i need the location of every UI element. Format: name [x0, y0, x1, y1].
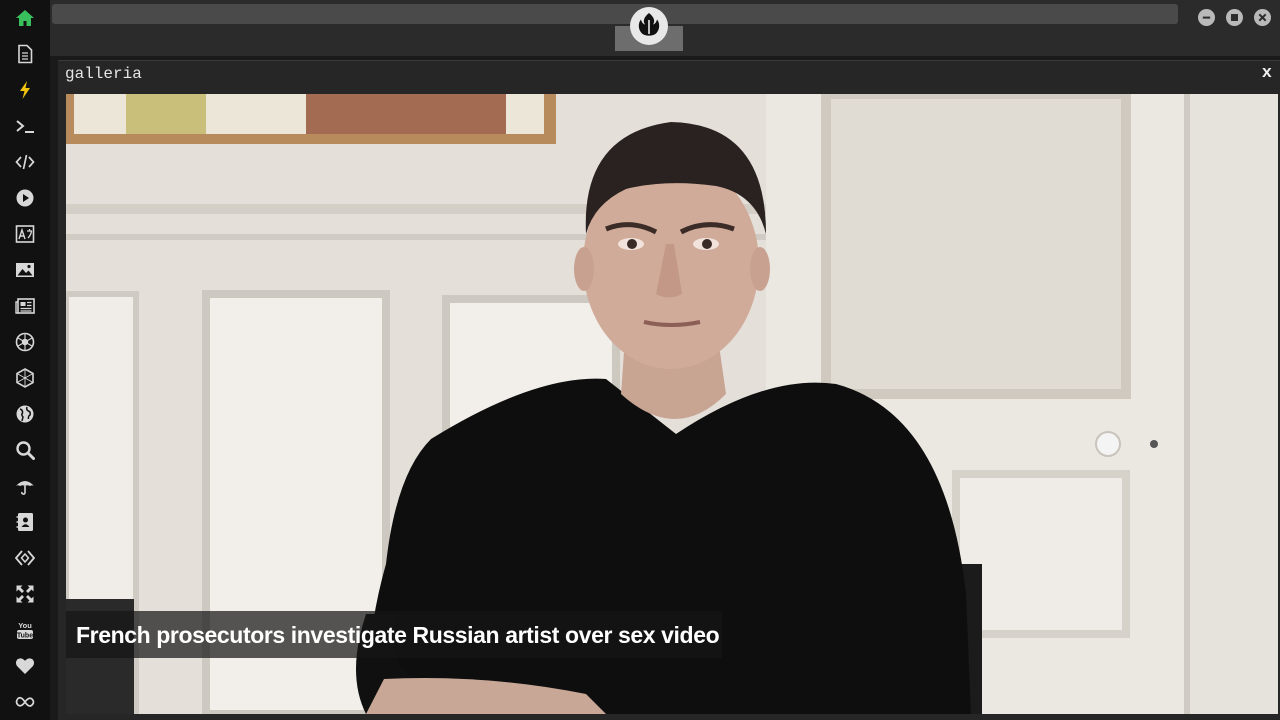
window-title: galleria	[65, 65, 142, 83]
rebel-alliance-icon[interactable]	[630, 7, 668, 45]
caption-text: French prosecutors investigate Russian a…	[76, 622, 720, 648]
expand-icon[interactable]	[13, 582, 37, 606]
minimize-button[interactable]	[1198, 9, 1215, 26]
window-close-button[interactable]: x	[1262, 64, 1272, 83]
svg-text:You: You	[18, 621, 32, 630]
newspaper-icon[interactable]	[13, 294, 37, 318]
close-icon	[1258, 13, 1267, 22]
hexagon-icon[interactable]	[13, 366, 37, 390]
infinity-icon[interactable]	[13, 690, 37, 714]
minimize-icon	[1202, 16, 1211, 19]
terminal-icon[interactable]	[13, 114, 37, 138]
umbrella-icon[interactable]	[13, 474, 37, 498]
address-bar[interactable]	[52, 4, 1178, 24]
top-bar	[50, 0, 1280, 56]
rebel-icon[interactable]	[13, 330, 37, 354]
globe-icon[interactable]	[13, 402, 37, 426]
home-icon[interactable]	[13, 6, 37, 30]
document-icon[interactable]	[13, 42, 37, 66]
caption-bar: French prosecutors investigate Russian a…	[66, 611, 722, 658]
maximize-button[interactable]	[1226, 9, 1243, 26]
lightning-icon[interactable]	[13, 78, 37, 102]
heart-icon[interactable]	[13, 654, 37, 678]
play-icon[interactable]	[13, 186, 37, 210]
image-icon[interactable]	[13, 258, 37, 282]
diamond-code-icon[interactable]	[13, 546, 37, 570]
code-icon[interactable]	[13, 150, 37, 174]
maximize-icon	[1231, 14, 1238, 21]
youtube-icon[interactable]: You Tube	[13, 618, 37, 642]
translate-icon[interactable]	[13, 222, 37, 246]
sidebar: You Tube	[0, 0, 50, 720]
close-window-button[interactable]	[1254, 9, 1271, 26]
contacts-icon[interactable]	[13, 510, 37, 534]
svg-text:Tube: Tube	[17, 632, 33, 639]
gallery-image[interactable]: French prosecutors investigate Russian a…	[66, 94, 1278, 714]
galleria-window: galleria x French prosecutors investigat…	[58, 60, 1280, 720]
search-icon[interactable]	[13, 438, 37, 462]
